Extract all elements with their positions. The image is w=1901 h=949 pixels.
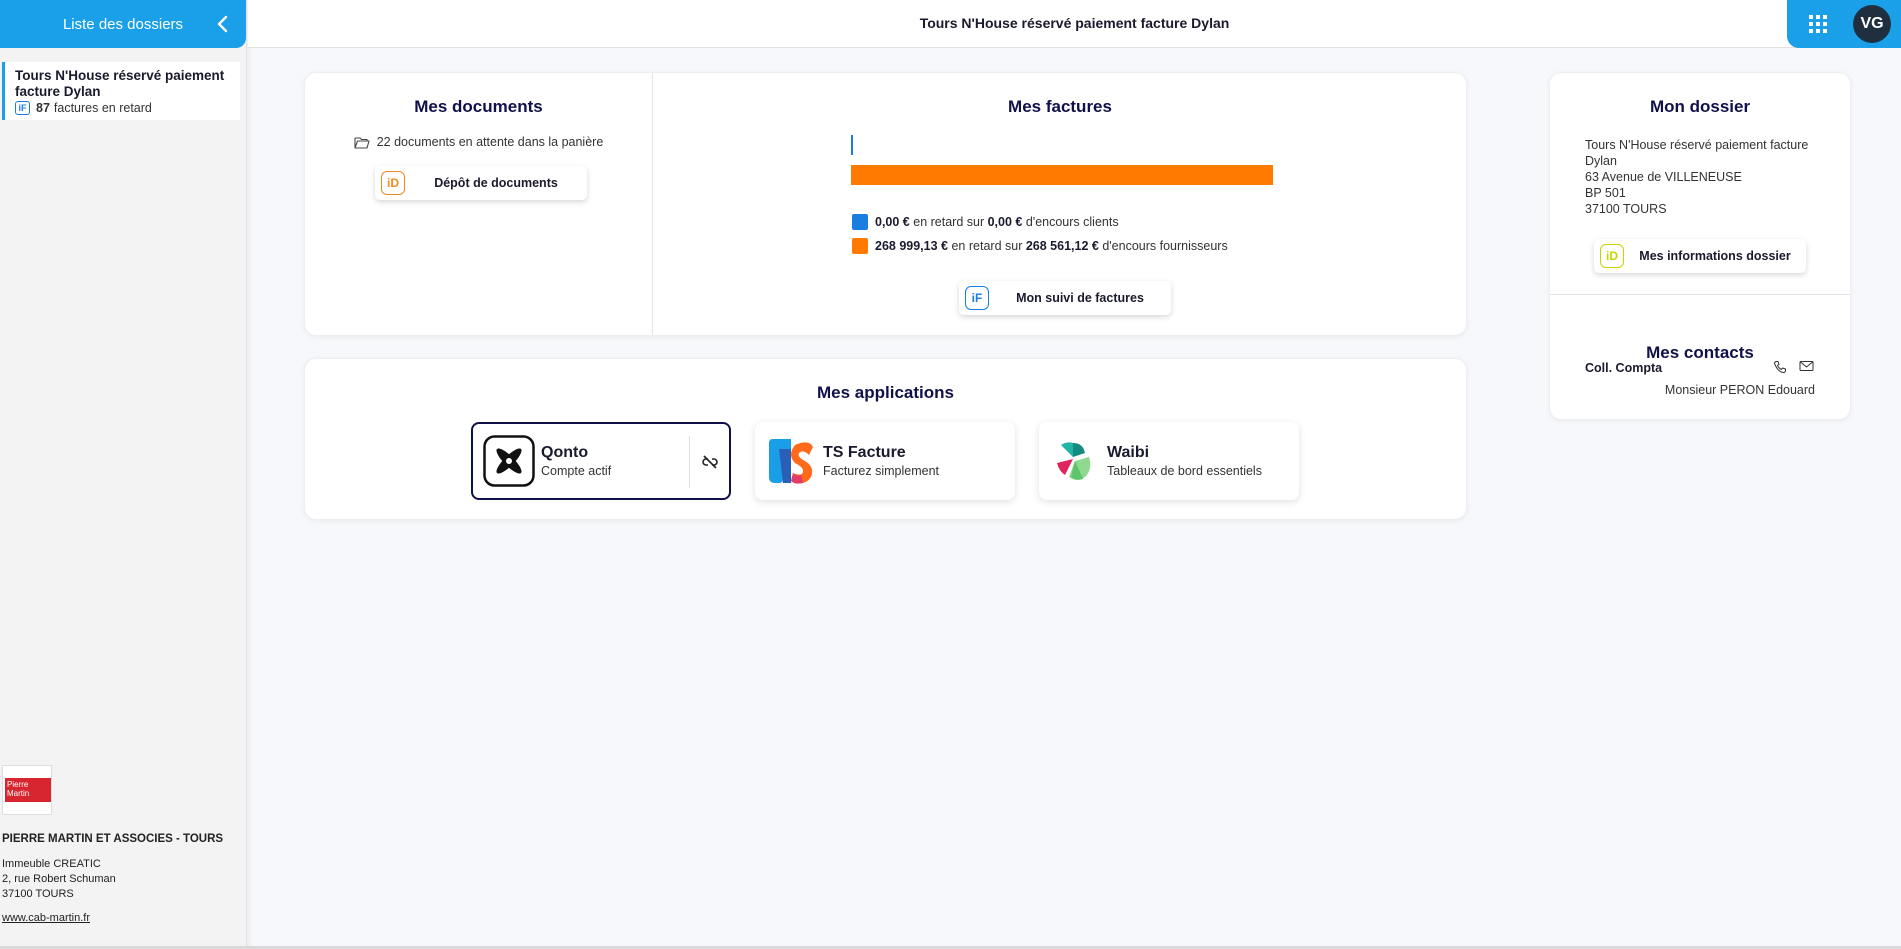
unlink-button[interactable] xyxy=(689,436,729,488)
sidebar-header-label: Liste des dossiers xyxy=(62,15,184,33)
firm-logo-text: Pierre Martin xyxy=(5,778,51,802)
late-invoice-label: factures en retard xyxy=(53,101,152,115)
dossier-address-line: Tours N'House réservé paiement facture xyxy=(1585,138,1809,152)
contact-role: Coll. Compta xyxy=(1585,361,1663,375)
app-desc: Facturez simplement xyxy=(823,464,940,478)
dossier-item-status: iF 87 factures en retard xyxy=(15,101,230,115)
clients-mid-text: en retard sur xyxy=(913,215,985,229)
qonto-logo-icon xyxy=(483,435,535,487)
sidebar-header: Liste des dossiers xyxy=(0,0,246,48)
top-bar: Tours N'House réservé paiement facture D… xyxy=(248,0,1901,48)
clients-suffix: d'encours clients xyxy=(1025,215,1119,229)
documents-waiting: 22 documents en attente dans la panière xyxy=(305,135,652,149)
mail-icon[interactable] xyxy=(1799,360,1814,372)
dossier-info-label: Mes informations dossier xyxy=(1639,249,1791,263)
ts-facture-logo-icon xyxy=(765,435,817,487)
app-card-qonto[interactable]: Qonto Compte actif xyxy=(471,422,731,500)
late-invoice-count: 87 xyxy=(36,101,50,115)
id-badge-icon: iD xyxy=(381,171,405,195)
user-avatar[interactable]: VG xyxy=(1853,5,1891,43)
documents-invoices-card: Mes documents 22 documents en attente da… xyxy=(304,72,1467,336)
app-desc: Compte actif xyxy=(541,464,612,478)
suppliers-suffix: d'encours fournisseurs xyxy=(1102,239,1228,253)
dossier-address: Tours N'House réservé paiement facture D… xyxy=(1585,137,1835,217)
suppliers-total-amount: 268 561,12 € xyxy=(1025,239,1099,253)
dossier-address-line: 37100 TOURS xyxy=(1585,202,1667,216)
folder-open-icon xyxy=(354,136,370,149)
app-card-ts-facture[interactable]: TS Facture Facturez simplement xyxy=(755,422,1015,500)
phone-icon[interactable] xyxy=(1773,360,1787,374)
suppliers-legend: 268 999,13 € en retard sur 268 561,12 € … xyxy=(852,238,1228,254)
firm-info: Pierre Martin PIERRE MARTIN ET ASSOCIES … xyxy=(2,765,242,924)
dossier-info-button[interactable]: iD Mes informations dossier xyxy=(1594,239,1806,273)
sidebar-dossier-item[interactable]: Tours N'House réservé paiement facture D… xyxy=(2,62,240,120)
documents-title: Mes documents xyxy=(414,97,543,116)
firm-address: Immeuble CREATIC 2, rue Robert Schuman 3… xyxy=(2,857,242,902)
divider xyxy=(1550,294,1850,295)
apps-grid-icon[interactable] xyxy=(1809,15,1827,33)
upload-documents-label: Dépôt de documents xyxy=(434,176,558,190)
invoice-tracking-label: Mon suivi de factures xyxy=(1016,291,1144,305)
unlink-icon xyxy=(701,455,718,469)
my-dossier-card: Mon dossier Tours N'House réservé paieme… xyxy=(1549,72,1851,420)
suppliers-legend-swatch xyxy=(852,238,868,254)
firm-website-link[interactable]: www.cab-martin.fr xyxy=(2,912,242,924)
applications-title: Mes applications xyxy=(817,383,954,402)
firm-address-line: Immeuble CREATIC xyxy=(2,858,101,870)
invoices-section: Mes factures 0,00 € en retard sur 0,00 €… xyxy=(654,73,1466,335)
page-title: Tours N'House réservé paiement facture D… xyxy=(919,15,1230,31)
applications-card: Mes applications Qonto Compte actif TS F… xyxy=(304,358,1467,520)
firm-logo: Pierre Martin xyxy=(2,765,52,815)
app-desc: Tableaux de bord essentiels xyxy=(1107,464,1262,478)
clients-bar xyxy=(851,135,853,155)
contact-name: Monsieur PERON Edouard xyxy=(1664,383,1815,397)
chevron-left-icon[interactable] xyxy=(214,14,232,34)
app-name: TS Facture xyxy=(823,444,906,461)
documents-section: Mes documents 22 documents en attente da… xyxy=(305,73,653,335)
dossier-item-title: Tours N'House réservé paiement facture D… xyxy=(15,68,225,99)
invoices-title: Mes factures xyxy=(1008,97,1112,116)
firm-name: PIERRE MARTIN ET ASSOCIES - TOURS xyxy=(2,833,224,845)
if-badge-icon: iF xyxy=(965,286,989,310)
invoices-bars xyxy=(851,135,1273,185)
app-name: Waibi xyxy=(1107,444,1150,461)
documents-waiting-text: 22 documents en attente dans la panière xyxy=(376,135,604,149)
suppliers-late-amount: 268 999,13 € xyxy=(875,239,948,253)
clients-total-amount: 0,00 € xyxy=(987,215,1023,229)
waibi-logo-icon xyxy=(1049,435,1101,487)
app-name: Qonto xyxy=(541,444,589,461)
firm-address-line: 2, rue Robert Schuman xyxy=(2,873,116,885)
id-badge-icon: iD xyxy=(1600,244,1624,268)
suppliers-bar xyxy=(851,165,1273,185)
clients-legend: 0,00 € en retard sur 0,00 € d'encours cl… xyxy=(852,214,1119,230)
invoice-tracking-button[interactable]: iF Mon suivi de factures xyxy=(959,281,1171,315)
clients-late-amount: 0,00 € xyxy=(875,215,910,229)
dossier-address-line: Dylan xyxy=(1585,154,1617,168)
contact-actions xyxy=(1773,360,1814,374)
invoice-tag-icon: iF xyxy=(15,101,30,115)
dossier-address-line: 63 Avenue de VILLENEUSE xyxy=(1585,170,1742,184)
dossier-title: Mon dossier xyxy=(1649,97,1751,116)
upload-documents-button[interactable]: iD Dépôt de documents xyxy=(375,166,587,200)
clients-legend-swatch xyxy=(852,214,868,230)
app-card-waibi[interactable]: Waibi Tableaux de bord essentiels xyxy=(1039,422,1299,500)
firm-address-line: 37100 TOURS xyxy=(2,888,74,900)
suppliers-mid-text: en retard sur xyxy=(951,239,1023,253)
sidebar: Liste des dossiers Tours N'House réservé… xyxy=(0,0,247,949)
dossier-address-line: BP 501 xyxy=(1585,186,1626,200)
top-right-panel: VG xyxy=(1787,0,1901,48)
